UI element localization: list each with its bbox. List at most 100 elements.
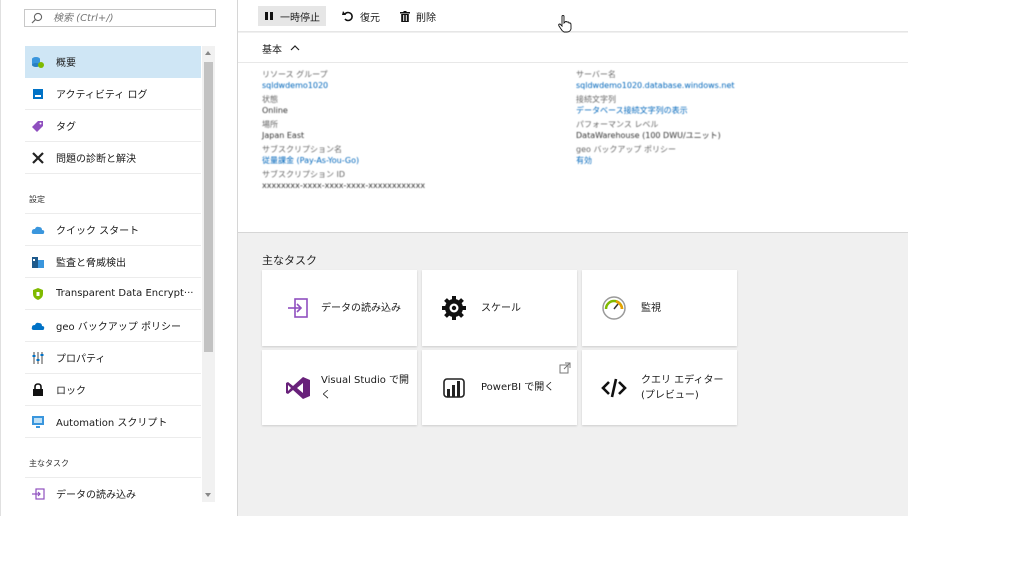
property-connection-strings: 接続文字列 データベース接続文字列の表示 [576,94,876,116]
chevron-up-icon [290,43,300,54]
menu-item-label: 概要 [56,58,76,69]
search-icon [31,12,43,24]
menu-item-tags[interactable]: タグ [25,110,201,142]
delete-label: 削除 [416,12,436,24]
menu-item-label: アクティビティ ログ [56,90,148,101]
connection-strings-link[interactable]: データベース接続文字列の表示 [576,105,876,116]
property-key: サブスクリプション名 [262,145,342,154]
tile-load-data[interactable]: データの読み込み [262,270,417,346]
property-key: サーバー名 [576,70,616,79]
resume-label: 復元 [360,12,380,24]
pause-label: 一時停止 [280,12,320,24]
delete-button[interactable]: 削除 [400,6,436,26]
shield-icon [31,287,45,301]
tile-label: PowerBI で開く [481,382,555,393]
menu-item-automation-script[interactable]: Automation スクリプト [25,406,201,438]
menu-item-label: タグ [56,122,76,133]
menu-item-geo-backup[interactable]: geo バックアップ ポリシー [25,310,201,342]
properties-icon [31,351,45,365]
menu-item-label: ロック [56,386,86,397]
server-name-link[interactable]: sqldwdemo1020.database.windows.net [576,80,876,91]
property-location: 場所 Japan East [262,119,562,141]
pause-button[interactable]: 一時停止 [258,6,326,26]
property-key: リソース グループ [262,70,328,79]
app-window: 概要 アクティビティ ログ タグ 問題の診断と解決 設定 [0,0,1024,576]
property-key: geo バックアップ ポリシー [576,145,676,154]
scrollbar-thumb[interactable] [204,62,213,352]
code-icon [600,374,628,402]
external-link-icon [559,362,571,374]
tile-label: データの読み込み [321,303,401,314]
property-key: 接続文字列 [576,95,616,104]
property-key: パフォーマンス レベル [576,120,659,129]
resume-button[interactable]: 復元 [342,6,380,26]
tile-monitoring[interactable]: 監視 [582,270,737,346]
menu-item-quick-start[interactable]: クイック スタート [25,214,201,246]
tile-query-editor[interactable]: クエリ エディター (プレビュー) [582,350,737,425]
menu-item-activity-log[interactable]: アクティビティ ログ [25,78,201,110]
essentials-divider [238,62,908,63]
property-resource-group: リソース グループ sqldwdemo1020 [262,69,562,91]
property-value: Online [262,106,288,115]
resource-menu: 概要 アクティビティ ログ タグ 問題の診断と解決 設定 [0,0,228,516]
tile-label: スケール [481,303,521,314]
tile-label: 監視 [641,303,661,314]
tile-open-powerbi[interactable]: PowerBI で開く [422,350,577,425]
menu-item-properties[interactable]: プロパティ [25,342,201,374]
search-box[interactable] [24,9,216,27]
hand-cursor-icon [558,15,572,33]
property-value: xxxxxxxx-xxxx-xxxx-xxxx-xxxxxxxxxxxx [262,181,426,190]
undo-icon [342,10,354,22]
command-bar: 一時停止 復元 削除 [238,0,908,32]
menu-item-diagnose[interactable]: 問題の診断と解決 [25,142,201,174]
menu-item-audit[interactable]: 監査と脅威検出 [25,246,201,278]
essentials-header: 基本 [262,45,282,56]
menu-item-label: 監査と脅威検出 [56,258,126,269]
subscription-link[interactable]: 従量課金 (Pay-As-You-Go) [262,155,562,166]
powerbi-icon [440,374,468,402]
geo-backup-link[interactable]: 有効 [576,155,876,166]
property-value: Japan East [262,131,305,140]
tasks-section-title: 主なタスク [262,254,317,267]
menu-item-label: Automation スクリプト [56,418,168,429]
menu-item-label: 問題の診断と解決 [56,154,136,165]
property-key: 状態 [262,95,278,104]
property-value: DataWarehouse (100 DWU/ユニット) [576,131,721,140]
overview-icon [31,55,45,69]
resource-group-link[interactable]: sqldwdemo1020 [262,80,562,91]
menu-item-load-data[interactable]: データの読み込み [25,478,201,502]
menu-item-overview[interactable]: 概要 [25,46,201,78]
pause-icon [264,11,274,21]
section-header-tasks: 主なタスク [25,438,201,478]
menu-item-label: プロパティ [56,354,106,365]
scroll-up-arrow-icon[interactable] [205,51,211,55]
section-header-settings: 設定 [25,174,201,214]
tile-scale[interactable]: スケール [422,270,577,346]
menu-item-label: Transparent Data Encrypt··· [56,288,194,299]
cloud-icon [31,223,45,237]
audit-icon [31,255,45,269]
property-geo-backup: geo バックアップ ポリシー 有効 [576,144,876,166]
tile-open-visual-studio[interactable]: Visual Studio で開く [262,350,417,425]
property-key: サブスクリプション ID [262,170,346,179]
visual-studio-icon [284,374,312,402]
load-data-icon [284,294,312,322]
menu-item-label: geo バックアップ ポリシー [56,322,181,333]
property-subscription: サブスクリプション名 従量課金 (Pay-As-You-Go) [262,144,562,166]
menu-item-locks[interactable]: ロック [25,374,201,406]
menu-item-tde[interactable]: Transparent Data Encrypt··· [25,278,201,310]
diagnose-icon [31,151,45,165]
property-subscription-id: サブスクリプション ID xxxxxxxx-xxxx-xxxx-xxxx-xxx… [262,169,562,191]
scale-gear-icon [440,294,468,322]
essentials-left-column: リソース グループ sqldwdemo1020 状態 Online 場所 Jap… [262,69,562,194]
menu-item-label: クイック スタート [56,226,140,237]
menu-scrollbar[interactable] [202,46,215,502]
property-key: 場所 [262,120,278,129]
tile-label: クエリ エディター (プレビュー) [641,375,724,401]
blank-area [0,516,1024,576]
essentials-right-column: サーバー名 sqldwdemo1020.database.windows.net… [576,69,876,169]
search-input[interactable] [53,11,213,25]
essentials-toggle[interactable]: 基本 [262,41,300,56]
load-data-icon [31,487,45,501]
scroll-down-arrow-icon[interactable] [205,493,211,497]
